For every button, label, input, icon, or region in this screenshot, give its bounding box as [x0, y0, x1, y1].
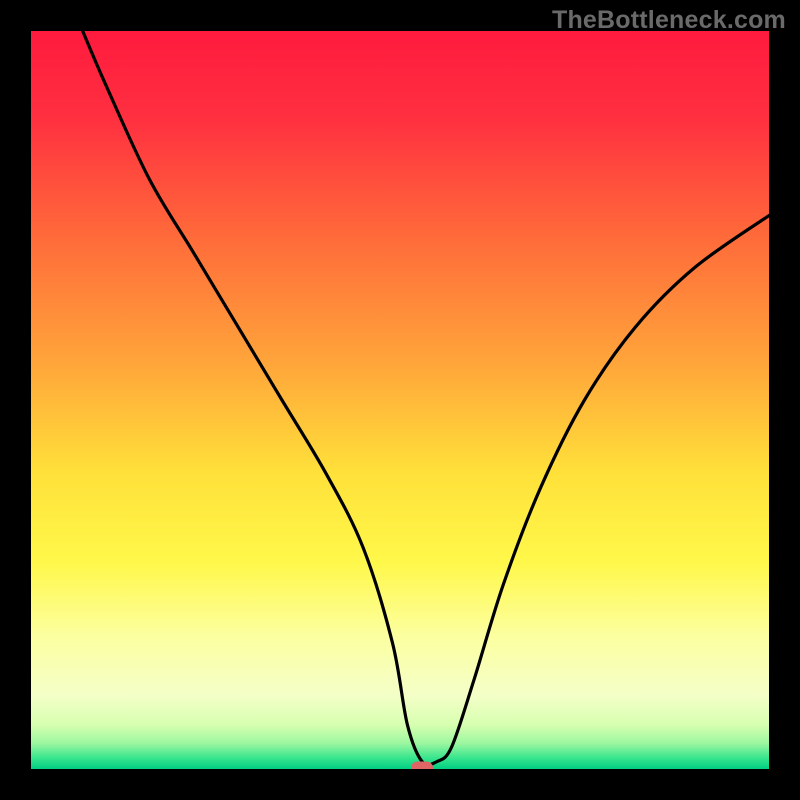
- bottleneck-curve: [31, 31, 769, 769]
- plot-area: [31, 31, 769, 769]
- chart-frame: TheBottleneck.com: [0, 0, 800, 800]
- optimal-point-marker: [411, 761, 433, 769]
